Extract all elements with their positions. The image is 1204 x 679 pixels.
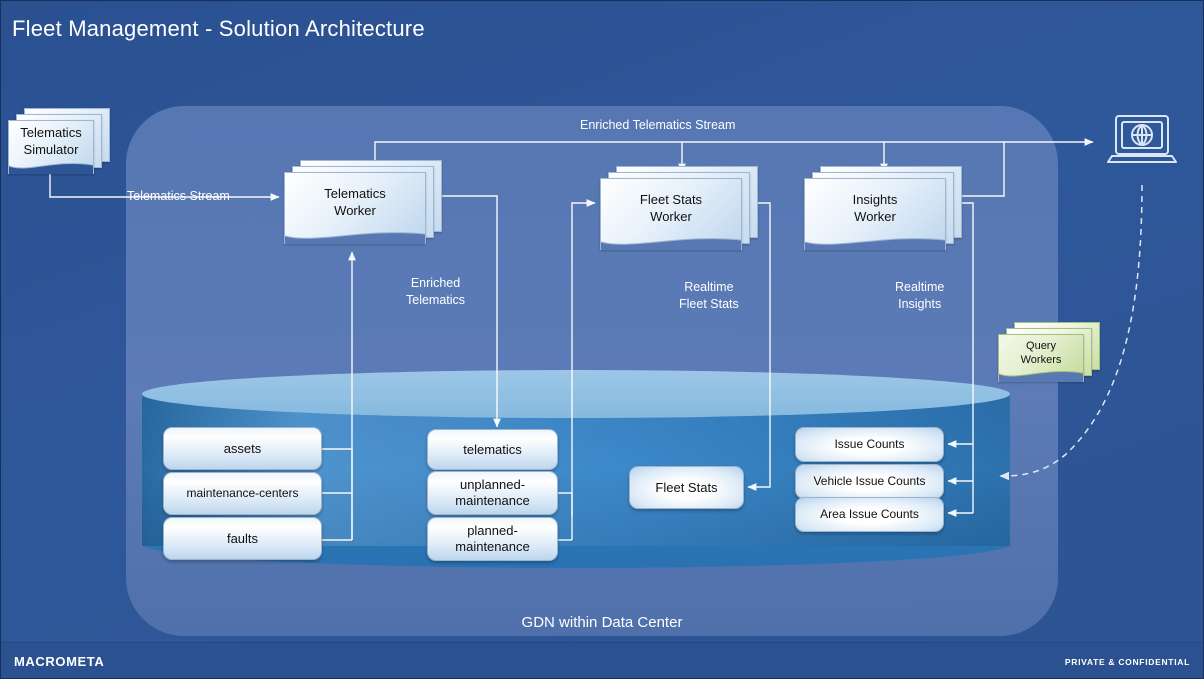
planned-maintenance-line2: maintenance [455, 539, 530, 554]
telematics-worker-node[interactable]: Telematics Worker [284, 160, 442, 244]
gdn-panel-label: GDN within Data Center [521, 614, 683, 631]
simulator-label-line2: Simulator [23, 142, 79, 157]
collection-issue-counts[interactable]: Issue Counts [795, 427, 944, 462]
fleet-stats-worker-label: Fleet Stats Worker [601, 179, 741, 249]
collection-unplanned-maintenance[interactable]: unplanned- maintenance [427, 471, 558, 515]
flow-label-telematics-stream: Telematics Stream [127, 189, 230, 203]
unplanned-maintenance-line2: maintenance [455, 493, 530, 508]
worker-label-line1: Insights [852, 192, 898, 208]
doc-stack-front: Query Workers [998, 334, 1084, 382]
planned-maintenance-line1: planned- [467, 523, 518, 539]
collection-vehicle-issue-counts[interactable]: Vehicle Issue Counts [795, 464, 944, 499]
telematics-worker-label: Telematics Worker [285, 173, 425, 243]
query-workers-label-line1: Query [1026, 339, 1056, 352]
enriched-telematics-line2: Telematics [406, 292, 466, 307]
doc-stack-front: Telematics Worker [284, 172, 426, 244]
realtime-fleet-stats-line2: Fleet Stats [679, 296, 739, 311]
collection-maintenance-centers[interactable]: maintenance-centers [163, 472, 322, 515]
collection-area-issue-counts[interactable]: Area Issue Counts [795, 497, 944, 532]
doc-stack-front: Fleet Stats Worker [600, 178, 742, 250]
flow-label-realtime-insights: Realtime Insights [895, 279, 944, 312]
query-workers-label-line2: Workers [1020, 354, 1062, 366]
telematics-simulator-label: Telematics Simulator [9, 121, 93, 173]
flow-label-enriched-telematics: Enriched Telematics [406, 275, 465, 308]
telematics-simulator-node[interactable]: Telematics Simulator [8, 108, 110, 174]
insights-worker-node[interactable]: Insights Worker [804, 166, 962, 250]
enriched-telematics-line1: Enriched [410, 276, 461, 290]
laptop-globe-icon [1103, 112, 1181, 176]
collection-telematics[interactable]: telematics [427, 429, 558, 470]
worker-label-line1: Fleet Stats [639, 192, 703, 208]
flow-label-realtime-fleet-stats: Realtime Fleet Stats [679, 279, 739, 312]
simulator-label-line1: Telematics [20, 125, 82, 141]
collection-planned-maintenance[interactable]: planned- maintenance [427, 517, 558, 561]
worker-label-line1: Telematics [324, 186, 386, 202]
collection-faults[interactable]: faults [163, 517, 322, 560]
realtime-insights-line1: Realtime [895, 280, 945, 294]
flow-label-enriched-telematics-stream: Enriched Telematics Stream [580, 118, 736, 132]
slide-canvas: GDN within Data Center Fleet Management … [0, 0, 1204, 679]
cylinder-top [142, 370, 1010, 418]
confidentiality-notice: PRIVATE & CONFIDENTIAL [1064, 657, 1190, 667]
worker-label-line2: Worker [650, 209, 692, 224]
page-title: Fleet Management - Solution Architecture [12, 16, 425, 41]
worker-label-line2: Worker [334, 203, 376, 218]
insights-worker-label: Insights Worker [805, 179, 945, 249]
footer-bar [0, 642, 1204, 679]
realtime-fleet-stats-line1: Realtime [684, 280, 734, 294]
collection-assets[interactable]: assets [163, 427, 322, 470]
realtime-insights-line2: Insights [898, 296, 942, 311]
macrometa-logo: MACROMETA [14, 654, 105, 669]
collection-fleet-stats[interactable]: Fleet Stats [629, 466, 744, 509]
worker-label-line2: Worker [854, 209, 896, 224]
doc-stack-front: Telematics Simulator [8, 120, 94, 174]
fleet-stats-worker-node[interactable]: Fleet Stats Worker [600, 166, 758, 250]
doc-stack-front: Insights Worker [804, 178, 946, 250]
query-workers-label: Query Workers [999, 335, 1083, 381]
query-workers-node[interactable]: Query Workers [998, 322, 1100, 382]
unplanned-maintenance-line1: unplanned- [459, 477, 526, 493]
